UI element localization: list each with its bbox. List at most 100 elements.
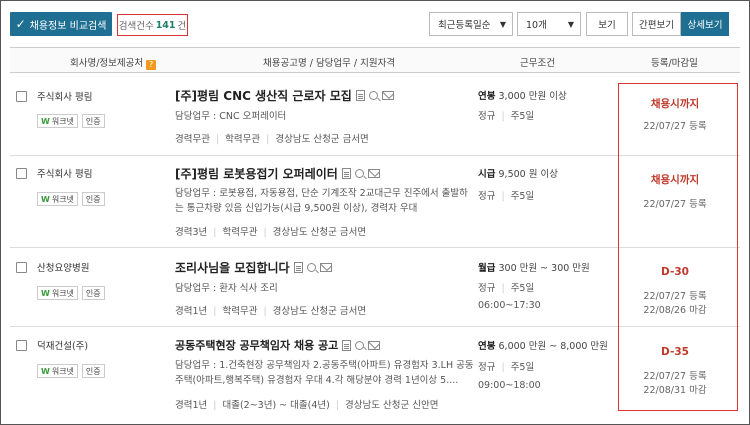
document-icon[interactable] — [355, 90, 365, 101]
row-checkbox[interactable] — [16, 168, 27, 179]
job-qualifications: 경력1년 | 학력무관 | 경상남도 산청군 금서면 — [175, 306, 367, 317]
work-hours: 09:00~18:00 — [478, 380, 541, 391]
mail-icon[interactable] — [381, 91, 394, 100]
worknet-label: 워크넷 — [51, 366, 74, 376]
document-icon[interactable] — [293, 262, 303, 273]
sort-order-value: 최근등록일순 — [438, 20, 491, 31]
source-badges: W 워크넷 인증 — [37, 364, 105, 378]
job-title-line: [주]평림 CNC 생산직 근로자 모집 — [175, 87, 394, 104]
worknet-label: 워크넷 — [51, 194, 74, 204]
page-size-select[interactable]: 10개 ▼ — [517, 12, 581, 36]
job-title-line: [주]평림 로봇용접기 오퍼레이터 — [175, 165, 380, 182]
row-checkbox[interactable] — [16, 91, 27, 102]
toolbar: ✓ 채용정보 비교검색 검색건수 141 건 최근등록일순 ▼ 10개 ▼ 보기… — [10, 12, 740, 38]
employment-type: 정규 — [478, 111, 496, 122]
mail-icon[interactable] — [319, 263, 332, 272]
worknet-logo-icon: W — [41, 366, 50, 376]
career-requirement: 경력3년 — [175, 227, 208, 238]
sort-order-select[interactable]: 최근등록일순 ▼ — [429, 12, 513, 36]
chevron-down-icon: ▼ — [499, 20, 506, 29]
job-qualifications: 경력1년 | 대졸(2~3년) ~ 대졸(4년) | 경상남도 산청군 신안면 — [175, 400, 439, 411]
worknet-logo-icon: W — [41, 288, 50, 298]
company-name[interactable]: 산청요양병원 — [37, 260, 89, 274]
search-count-suffix: 건 — [177, 21, 187, 32]
job-title[interactable]: 공동주택현장 공무책임자 채용 공고 — [175, 337, 338, 353]
header-title: 채용공고명 / 담당업무 / 지원자격 — [263, 58, 396, 69]
pay-amount: 3,000 만원 이상 — [498, 91, 567, 102]
employment-type: 정규 — [478, 362, 496, 373]
work-conditions: 정규 | 주5일 — [478, 191, 535, 202]
search-icon[interactable] — [354, 169, 364, 178]
row-checkbox[interactable] — [16, 262, 27, 273]
table-header: 회사명/정보제공처? 채용공고명 / 담당업무 / 지원자격 근무조건 등록/마… — [10, 47, 740, 73]
worknet-badge: W 워크넷 — [37, 192, 78, 206]
compare-search-button[interactable]: ✓ 채용정보 비교검색 — [10, 12, 112, 36]
career-requirement: 경력1년 — [175, 400, 208, 411]
search-count: 검색건수 141 건 — [117, 14, 188, 36]
view-button[interactable]: 보기 — [586, 12, 628, 36]
cert-badge: 인증 — [81, 192, 105, 206]
pay-amount: 9,500 원 이상 — [498, 169, 558, 180]
company-name[interactable]: 주식회사 평림 — [37, 166, 92, 180]
work-conditions: 정규 | 주5일 — [478, 111, 535, 122]
worknet-badge: W 워크넷 — [37, 364, 78, 378]
work-days: 주5일 — [510, 283, 535, 294]
pay-info: 시급 9,500 원 이상 — [478, 166, 558, 180]
education-requirement: 학력무관 — [225, 134, 261, 145]
document-icon[interactable] — [342, 339, 352, 351]
education-requirement: 학력무관 — [222, 227, 258, 238]
worknet-logo-icon: W — [41, 194, 50, 204]
job-title[interactable]: 조리사님을 모집합니다 — [175, 259, 290, 276]
detail-view-button[interactable]: 상세보기 — [681, 12, 729, 36]
job-qualifications: 경력무관 | 학력무관 | 경상남도 산청군 금서면 — [175, 134, 369, 145]
check-icon: ✓ — [15, 17, 26, 31]
company-name[interactable]: 주식회사 평림 — [37, 89, 92, 103]
job-title[interactable]: [주]평림 CNC 생산직 근로자 모집 — [175, 87, 352, 104]
pay-type: 연봉 — [478, 91, 496, 102]
help-icon[interactable]: ? — [146, 60, 157, 70]
search-icon[interactable] — [368, 91, 378, 100]
pay-amount: 300 만원 ~ 300 만원 — [498, 263, 590, 274]
search-icon[interactable] — [355, 340, 365, 350]
document-icon[interactable] — [341, 168, 351, 179]
simple-view-button[interactable]: 간편보기 — [632, 12, 681, 36]
cert-badge: 인증 — [81, 364, 105, 378]
worknet-badge: W 워크넷 — [37, 114, 78, 128]
row-checkbox[interactable] — [16, 340, 27, 351]
cert-badge: 인증 — [81, 286, 105, 300]
work-days: 주5일 — [510, 362, 535, 373]
employment-type: 정규 — [478, 191, 496, 202]
job-location: 경상남도 산청군 금서면 — [272, 227, 367, 238]
work-days: 주5일 — [510, 111, 535, 122]
worknet-badge: W 워크넷 — [37, 286, 78, 300]
pay-type: 연봉 — [478, 341, 496, 352]
pay-type: 월급 — [478, 263, 496, 274]
mail-icon[interactable] — [368, 340, 381, 350]
source-badges: W 워크넷 인증 — [37, 286, 105, 300]
work-conditions: 정규 | 주5일 — [478, 283, 535, 294]
worknet-label: 워크넷 — [51, 288, 74, 298]
search-count-value: 141 — [155, 19, 176, 31]
career-requirement: 경력1년 — [175, 306, 208, 317]
work-conditions: 정규 | 주5일 — [478, 362, 535, 373]
worknet-label: 워크넷 — [51, 116, 74, 126]
job-duty: 담당업무 : 1.건축현장 공무책임자 2.공동주택(아파트) 유경험자 3.L… — [175, 360, 474, 386]
page-size-value: 10개 — [526, 20, 547, 31]
search-icon[interactable] — [306, 263, 316, 272]
job-title-line: 조리사님을 모집합니다 — [175, 259, 332, 276]
pay-info: 연봉 3,000 만원 이상 — [478, 88, 567, 102]
pay-type: 시급 — [478, 169, 496, 180]
employment-type: 정규 — [478, 283, 496, 294]
mail-icon[interactable] — [367, 169, 380, 178]
search-count-prefix: 검색건수 — [118, 21, 154, 32]
job-title[interactable]: [주]평림 로봇용접기 오퍼레이터 — [175, 165, 338, 182]
pay-info: 연봉 6,000 만원 ~ 8,000 만원 — [478, 338, 608, 352]
worknet-logo-icon: W — [41, 116, 50, 126]
job-duty: 담당업무 : CNC 오퍼레이터 — [175, 111, 287, 122]
compare-search-label: 채용정보 비교검색 — [29, 20, 107, 32]
pay-info: 월급 300 만원 ~ 300 만원 — [478, 260, 590, 274]
company-name[interactable]: 덕재건설(주) — [37, 338, 88, 352]
job-duty: 담당업무 : 로봇용접, 자동용접, 단순 기계조작 2교대근무 진주에서 출발… — [175, 188, 468, 214]
header-company-label: 회사명/정보제공처 — [70, 58, 144, 69]
career-requirement: 경력무관 — [175, 134, 210, 145]
